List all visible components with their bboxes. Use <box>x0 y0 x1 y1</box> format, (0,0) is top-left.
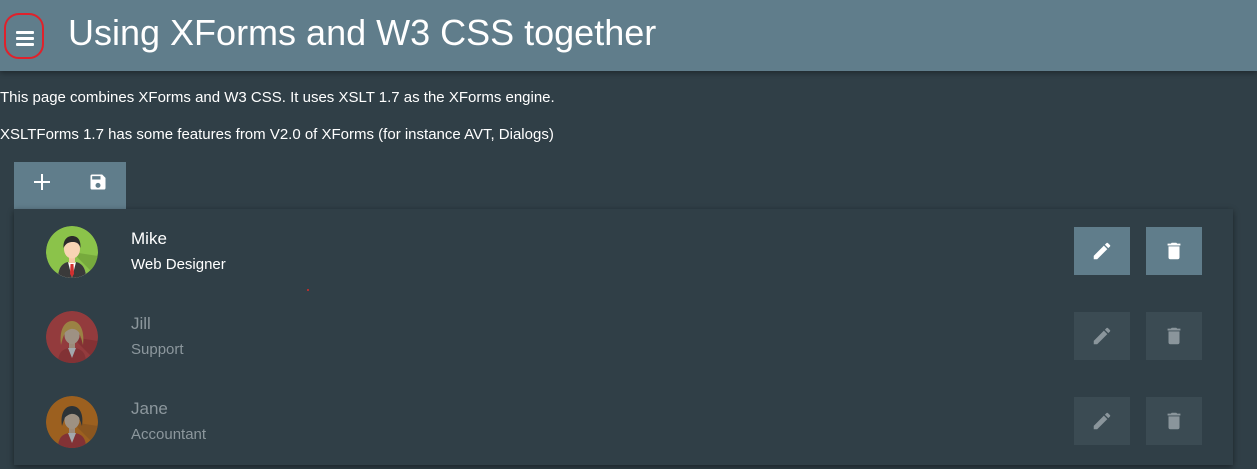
app-header: Using XForms and W3 CSS together <box>0 0 1257 71</box>
hamburger-menu-icon <box>16 31 34 34</box>
intro-text-line-2: XSLTForms 1.7 has some features from V2.… <box>0 126 554 143</box>
pencil-icon <box>1093 242 1111 260</box>
list-item: Mike Web Designer <box>14 209 1233 294</box>
person-role: Accountant <box>131 426 207 443</box>
page-title: Using XForms and W3 CSS together <box>68 12 657 53</box>
person-name: Mike <box>131 229 167 248</box>
hamburger-menu-icon-bar <box>16 37 34 40</box>
female-avatar-icon <box>46 396 98 448</box>
floppy-disk-icon <box>90 174 106 190</box>
edit-button[interactable] <box>1074 397 1130 445</box>
delete-button[interactable] <box>1146 397 1202 445</box>
delete-button[interactable] <box>1146 227 1202 275</box>
male-avatar-icon <box>46 226 98 278</box>
delete-button[interactable] <box>1146 312 1202 360</box>
trash-icon <box>1167 412 1181 430</box>
avatar <box>46 396 98 448</box>
female-avatar-icon <box>46 311 98 363</box>
hamburger-menu-icon-bar <box>16 43 34 46</box>
list-item: Jill Support <box>14 294 1233 379</box>
pencil-icon <box>1093 412 1111 430</box>
person-name: Jane <box>131 399 168 418</box>
stray-pixel <box>307 289 309 291</box>
list-item: Jane Accountant <box>14 379 1233 464</box>
people-list: Mike Web Designer Jill Support Jane Acco… <box>14 209 1233 465</box>
intro-text-line-1: This page combines XForms and W3 CSS. It… <box>0 89 555 106</box>
edit-button[interactable] <box>1074 312 1130 360</box>
toolbar <box>14 162 126 210</box>
pencil-icon <box>1093 327 1111 345</box>
save-button[interactable] <box>70 162 126 210</box>
person-role: Web Designer <box>131 256 226 273</box>
avatar <box>46 226 98 278</box>
plus-icon <box>34 174 50 190</box>
add-button[interactable] <box>14 162 70 210</box>
menu-button[interactable] <box>4 13 44 59</box>
trash-icon <box>1167 327 1181 345</box>
person-name: Jill <box>131 314 151 333</box>
person-role: Support <box>131 341 184 358</box>
edit-button[interactable] <box>1074 227 1130 275</box>
avatar <box>46 311 98 363</box>
trash-icon <box>1167 242 1181 260</box>
